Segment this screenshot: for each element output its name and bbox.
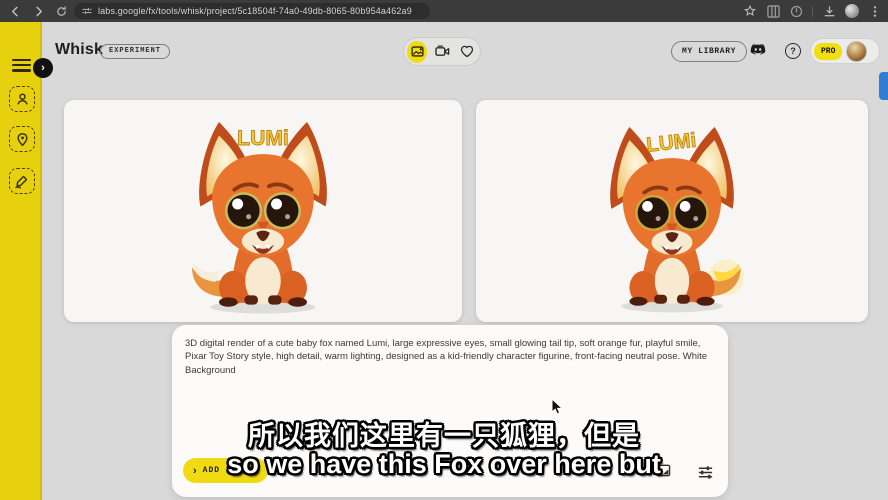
generated-image-right[interactable]: LUMi <box>476 100 868 322</box>
toolbar-divider <box>812 6 813 17</box>
help-button[interactable]: ? <box>785 43 801 59</box>
back-arrow-icon[interactable] <box>7 3 23 19</box>
prompt-text[interactable]: 3D digital render of a cute baby fox nam… <box>185 337 721 377</box>
sidebar-item-style[interactable] <box>9 168 35 194</box>
image-mode-button[interactable] <box>407 41 427 63</box>
menu-hamburger-icon[interactable] <box>12 59 31 72</box>
site-settings-icon[interactable] <box>82 6 92 16</box>
add-image-button[interactable]: › ADD IMAGE <box>183 458 268 483</box>
discord-icon[interactable] <box>749 43 767 59</box>
forward-arrow-icon[interactable] <box>30 3 46 19</box>
url-bar[interactable]: labs.google/fx/tools/whisk/project/5c185… <box>74 3 430 19</box>
tools-sidebar <box>0 22 42 500</box>
fox-illustration-left: LUMi <box>170 108 356 322</box>
pro-badge: PRO <box>814 43 842 60</box>
video-mode-button[interactable] <box>432 41 452 63</box>
feedback-edge-tab[interactable] <box>879 72 888 100</box>
mouse-cursor <box>551 398 564 421</box>
bookmark-star-icon[interactable] <box>743 4 757 18</box>
chevron-right-icon: › <box>41 62 45 74</box>
question-mark-icon: ? <box>790 46 796 56</box>
location-pin-icon <box>15 132 30 147</box>
my-library-button[interactable]: MY LIBRARY <box>671 41 747 62</box>
chevron-right-icon: › <box>193 465 197 477</box>
prompt-card: 3D digital render of a cute baby fox nam… <box>172 325 728 497</box>
favorites-button[interactable] <box>457 41 477 63</box>
style-pen-icon <box>14 173 30 189</box>
heart-icon <box>460 45 474 58</box>
extensions-panel-icon[interactable] <box>766 4 780 18</box>
image-mode-icon <box>411 45 424 58</box>
history-clock-icon[interactable] <box>789 4 803 18</box>
fox-illustration-right: LUMi <box>582 112 762 322</box>
experiment-badge: EXPERIMENT <box>100 44 170 59</box>
browser-menu-dots-icon[interactable] <box>868 4 882 18</box>
aspect-ratio-button[interactable] <box>654 461 672 479</box>
settings-button[interactable] <box>696 463 714 481</box>
fox-name-text-left: LUMi <box>237 127 289 150</box>
aspect-ratio-icon <box>656 463 671 478</box>
browser-toolbar-right <box>743 0 882 22</box>
browser-profile-avatar[interactable] <box>845 4 859 18</box>
person-icon <box>15 92 30 107</box>
sidebar-item-scene[interactable] <box>9 126 35 152</box>
video-mode-icon <box>435 45 450 58</box>
account-pill[interactable]: PRO <box>810 38 880 64</box>
browser-chrome: labs.google/fx/tools/whisk/project/5c185… <box>0 0 888 22</box>
url-text[interactable]: labs.google/fx/tools/whisk/project/5c185… <box>98 6 412 16</box>
sidebar-expand-button[interactable]: › <box>33 58 53 78</box>
page-title: Whisk <box>55 41 103 59</box>
user-avatar[interactable] <box>846 41 867 62</box>
mode-switcher <box>403 37 481 66</box>
reload-icon[interactable] <box>53 3 69 19</box>
tune-sliders-icon <box>697 464 714 481</box>
whisk-app-screenshot: labs.google/fx/tools/whisk/project/5c185… <box>0 0 888 500</box>
download-icon[interactable] <box>822 4 836 18</box>
sidebar-item-subject[interactable] <box>9 86 35 112</box>
fox-name-text-right: LUMi <box>645 129 697 157</box>
generated-image-left[interactable]: LUMi <box>64 100 462 322</box>
